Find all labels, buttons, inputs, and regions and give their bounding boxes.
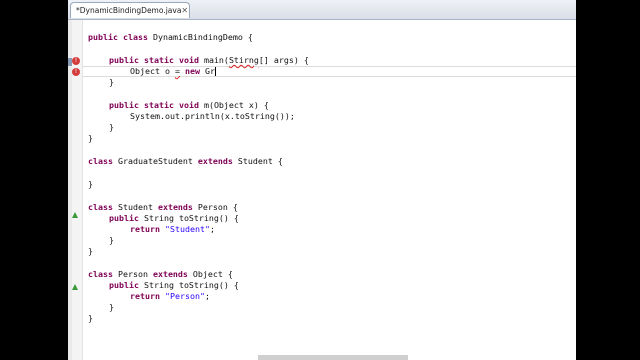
tab-title: *DynamicBindingDemo.java — [76, 6, 182, 15]
code-line: public static void m(Object x) { — [109, 100, 269, 110]
code-line: } — [88, 179, 93, 189]
code-line: } — [109, 302, 114, 312]
code-line: public String toString() { — [109, 280, 239, 290]
code-line: return "Student"; — [130, 224, 215, 235]
code-text: Object o — [130, 66, 175, 76]
code-text: [] args) { — [258, 55, 309, 65]
typo-error-text[interactable]: Stirng — [229, 55, 259, 65]
text-cursor — [214, 67, 216, 76]
code-text: public class DynamicBindingDemo { — [88, 32, 253, 42]
code-text: new Gr — [184, 66, 215, 76]
code-line: } — [109, 77, 114, 87]
code-line: class Student extends Person { — [88, 202, 238, 212]
code-text: public static void main( — [109, 55, 229, 65]
code-line: } — [88, 246, 93, 256]
code-line: System.out.println(x.toString()); — [130, 111, 295, 121]
override-triangle-icon[interactable] — [72, 212, 78, 218]
code-line: } — [109, 122, 114, 132]
code-line: } — [88, 313, 93, 323]
close-icon[interactable]: ✕ — [181, 6, 188, 15]
code-line: class GraduateStudent extends Student { — [88, 156, 283, 166]
code-line: } — [109, 235, 114, 245]
tab-dynamic-binding-demo[interactable]: *DynamicBindingDemo.java ✕ — [70, 2, 190, 18]
editor-window: *DynamicBindingDemo.java ✕ ! ! public cl… — [68, 0, 576, 360]
override-triangle-icon[interactable] — [72, 284, 78, 290]
editor-tab-bar: *DynamicBindingDemo.java ✕ — [68, 0, 576, 20]
code-line: } — [88, 133, 93, 143]
code-line: class Person extends Object { — [88, 269, 233, 279]
code-text: return "Student"; — [130, 224, 215, 234]
code-line: Object o = new Gr — [130, 66, 216, 77]
code-line: public static void main(Stirng[] args) { — [109, 55, 309, 66]
error-icon[interactable]: ! — [72, 57, 80, 65]
error-icon[interactable]: ! — [72, 68, 80, 76]
horizontal-scrollbar[interactable] — [258, 355, 408, 360]
code-line: return "Person"; — [130, 291, 210, 301]
code-line: public String toString() { — [109, 213, 239, 223]
code-line: public class DynamicBindingDemo { — [88, 32, 253, 43]
